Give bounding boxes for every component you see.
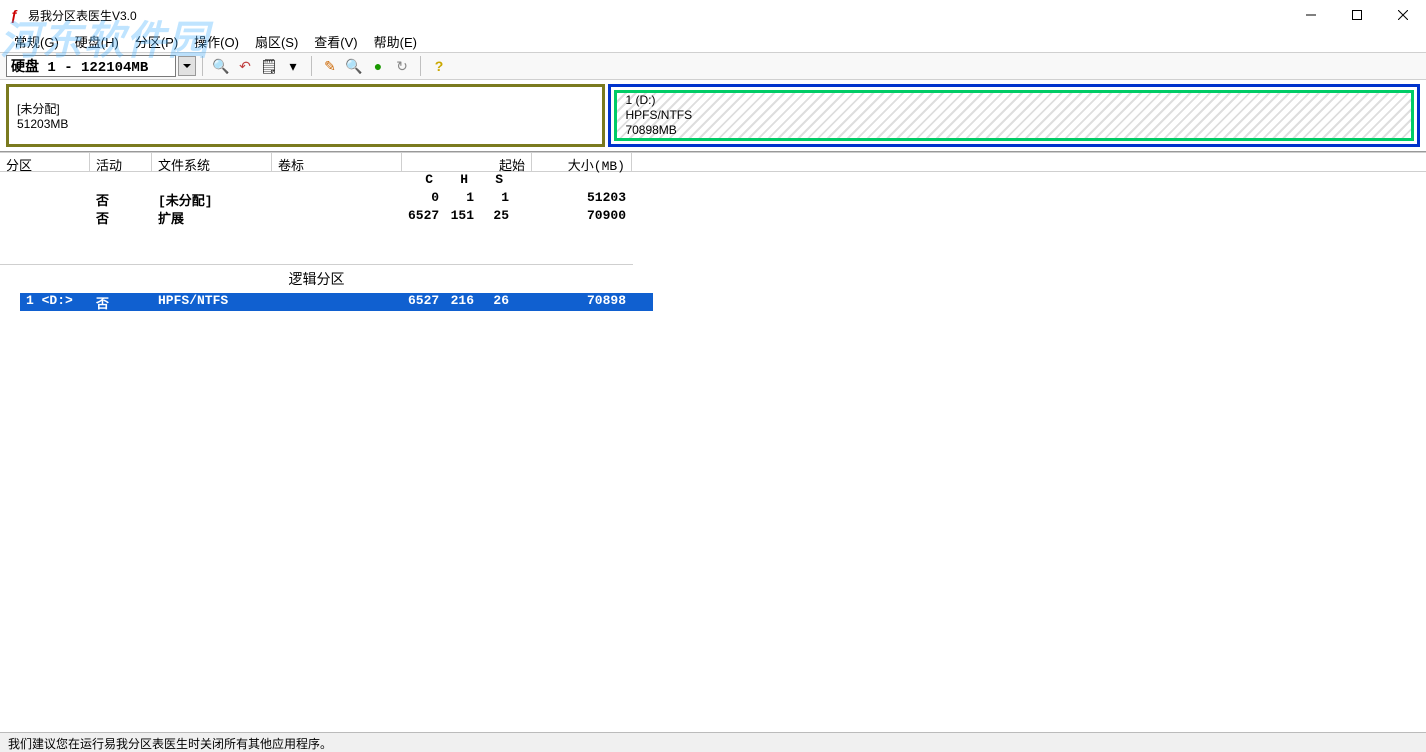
menu-help[interactable]: 帮助(E) xyxy=(368,30,423,53)
window-title: 易我分区表医生V3.0 xyxy=(28,7,137,24)
edit-icon[interactable]: ✎ xyxy=(319,55,341,77)
disk-selector[interactable]: 硬盘 1 - 122104MB xyxy=(6,55,176,77)
partition-name: 1 (D:) xyxy=(625,93,1403,108)
menubar: 常规(G) 硬盘(H) 分区(P) 操作(O) 扇区(S) 查看(V) 帮助(E… xyxy=(0,30,1426,52)
partition-table: 分区 活动 文件系统 卷标 起始 大小(MB) C H S 否 [未分配] 0 … xyxy=(0,152,1426,732)
th-label[interactable]: 卷标 xyxy=(272,153,402,171)
table-row[interactable]: 否 [未分配] 0 1 1 51203 xyxy=(0,190,1426,208)
menu-operation[interactable]: 操作(O) xyxy=(188,30,245,53)
statusbar: 我们建议您在运行易我分区表医生时关闭所有其他应用程序。 xyxy=(0,732,1426,752)
status-text: 我们建议您在运行易我分区表医生时关闭所有其他应用程序。 xyxy=(8,737,332,751)
menu-general[interactable]: 常规(G) xyxy=(8,30,65,53)
window-controls xyxy=(1288,0,1426,30)
partition-label: [未分配] xyxy=(17,100,594,117)
table-row-selected[interactable]: 1 <D:> 否 HPFS/NTFS 6527 216 26 70898 xyxy=(20,293,653,311)
th-size[interactable]: 大小(MB) xyxy=(532,153,632,171)
chs-h: H xyxy=(437,172,472,190)
disk-dropdown-button[interactable] xyxy=(178,56,196,76)
chs-c: C xyxy=(402,172,437,190)
menu-sector[interactable]: 扇区(S) xyxy=(249,30,304,53)
chs-s: S xyxy=(472,172,507,190)
th-active[interactable]: 活动 xyxy=(90,153,152,171)
partition-extended[interactable]: 1 (D:) HPFS/NTFS 70898MB xyxy=(608,84,1420,147)
partition-size: 51203MB xyxy=(17,117,594,131)
partition-logical[interactable]: 1 (D:) HPFS/NTFS 70898MB xyxy=(614,90,1414,141)
disk-selector-label: 硬盘 1 - 122104MB xyxy=(11,56,148,76)
notes-icon[interactable]: 🗒 xyxy=(258,55,280,77)
search-icon[interactable]: 🔍 xyxy=(210,55,232,77)
table-row[interactable]: 否 扩展 6527 151 25 70900 xyxy=(0,208,1426,226)
partition-size: 70898MB xyxy=(625,123,1403,138)
undo-icon[interactable]: ↶ xyxy=(234,55,256,77)
th-filesystem[interactable]: 文件系统 xyxy=(152,153,272,171)
menu-disk[interactable]: 硬盘(H) xyxy=(69,30,125,53)
refresh-icon[interactable]: ↻ xyxy=(391,55,413,77)
titlebar: ƒ 易我分区表医生V3.0 xyxy=(0,0,1426,30)
menu-partition[interactable]: 分区(P) xyxy=(129,30,184,53)
partition-map: [未分配] 51203MB 1 (D:) HPFS/NTFS 70898MB xyxy=(0,80,1426,152)
th-partition[interactable]: 分区 xyxy=(0,153,90,171)
help-icon[interactable]: ? xyxy=(428,55,450,77)
logical-partition-header: 逻辑分区 xyxy=(0,264,633,293)
app-icon: ƒ xyxy=(6,7,22,23)
table-header: 分区 活动 文件系统 卷标 起始 大小(MB) xyxy=(0,152,1426,172)
dropdown-icon[interactable]: ▾ xyxy=(282,55,304,77)
menu-view[interactable]: 查看(V) xyxy=(308,30,363,53)
th-start[interactable]: 起始 xyxy=(402,153,532,171)
toolbar-separator xyxy=(311,56,312,76)
chs-header: C H S xyxy=(0,172,1426,190)
partition-fs: HPFS/NTFS xyxy=(625,108,1403,123)
partition-unallocated[interactable]: [未分配] 51203MB xyxy=(6,84,605,147)
search-red-icon[interactable]: 🔍 xyxy=(343,55,365,77)
check-icon[interactable]: ● xyxy=(367,55,389,77)
close-button[interactable] xyxy=(1380,0,1426,30)
minimize-button[interactable] xyxy=(1288,0,1334,30)
maximize-button[interactable] xyxy=(1334,0,1380,30)
toolbar-separator xyxy=(420,56,421,76)
toolbar-separator xyxy=(202,56,203,76)
toolbar: 硬盘 1 - 122104MB 🔍 ↶ 🗒 ▾ ✎ 🔍 ● ↻ ? xyxy=(0,52,1426,80)
